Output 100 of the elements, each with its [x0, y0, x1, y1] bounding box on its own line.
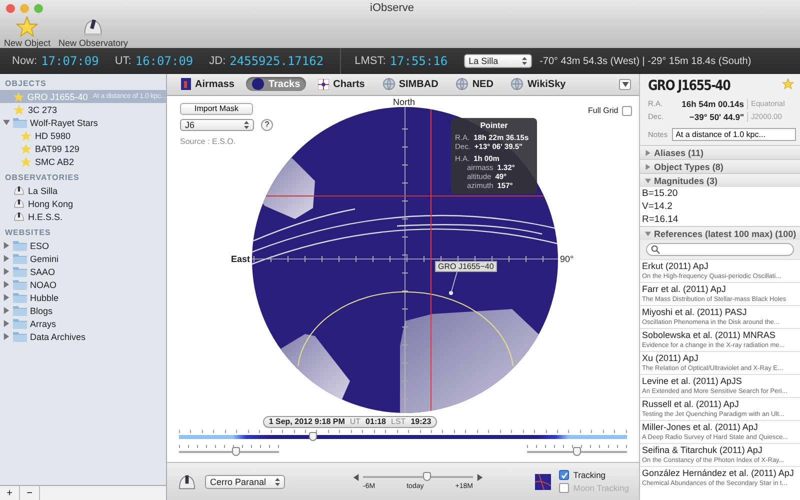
left-arrow-icon[interactable]	[353, 474, 359, 481]
reference-title[interactable]: Farr et al. (2011) ApJ	[642, 284, 798, 295]
full-grid-checkbox[interactable]	[622, 106, 632, 116]
tab[interactable]: NED	[450, 77, 500, 92]
sidebar-item[interactable]: ESO	[0, 239, 166, 252]
reference-title[interactable]: Seifina & Titarchuk (2011) ApJ	[642, 445, 798, 456]
clock-label: LMST:	[354, 55, 386, 67]
import-mask-button[interactable]: Import Mask	[180, 102, 253, 115]
mask-select[interactable]: J6	[180, 118, 254, 131]
sidebar-item[interactable]: SMC AB2	[0, 155, 166, 168]
compass-label: North	[393, 96, 416, 107]
disclosure-triangle-icon	[645, 150, 651, 156]
sidebar-item[interactable]: BAT99 129	[0, 142, 166, 155]
search-field[interactable]	[646, 243, 794, 256]
sidebar-item[interactable]: Arrays	[0, 317, 166, 330]
toolbar-button[interactable]: New Observatory	[56, 16, 130, 48]
globe-icon	[511, 78, 524, 90]
observatory-icon	[13, 184, 25, 197]
globe-icon	[382, 78, 395, 90]
reference-title[interactable]: Sobolewska et al. (2011) MNRAS	[642, 330, 798, 341]
folder-icon	[13, 266, 27, 277]
slider-thumb[interactable]	[422, 472, 431, 482]
sidebar-item[interactable]: SAAO	[0, 265, 166, 278]
airmass-icon	[181, 78, 191, 90]
slider-thumb[interactable]	[232, 447, 240, 456]
tab[interactable]: Airmass	[175, 77, 240, 92]
remove-button[interactable]: −	[20, 486, 40, 500]
reference-title[interactable]: Erkut (2011) ApJ	[642, 261, 798, 272]
reference-title[interactable]: González Hernández et al. (2011) ApJ	[642, 468, 798, 479]
globe-icon	[456, 78, 468, 90]
tracking-checkbox[interactable]: Tracking	[559, 470, 629, 480]
ra-value: 16h 54m 00.14s	[672, 99, 748, 109]
menu-button[interactable]	[619, 78, 631, 90]
star-icon[interactable]	[782, 78, 794, 90]
sidebar-item[interactable]: Wolf-Rayet Stars	[0, 116, 166, 129]
folder-icon	[13, 253, 27, 264]
folder-icon	[13, 279, 27, 290]
tab[interactable]: Charts	[312, 78, 371, 91]
star-icon	[16, 16, 38, 38]
clock-value: 17:07:09	[41, 54, 99, 68]
tab[interactable]: SIMBAD	[376, 77, 444, 92]
slider-thumb[interactable]	[309, 432, 318, 442]
sidebar-item[interactable]: Blogs	[0, 304, 166, 317]
caret-icon	[622, 82, 628, 87]
star-icon	[20, 142, 32, 154]
disclosure-triangle-icon[interactable]	[3, 119, 10, 126]
reference-title[interactable]: Xu (2011) ApJ	[642, 353, 798, 364]
sidebar-item[interactable]: La Silla	[0, 184, 166, 197]
section-header[interactable]: Magnitudes (3)	[640, 173, 800, 187]
clock-value: 17:55:16	[390, 54, 448, 68]
chart-icon	[318, 78, 330, 90]
angle-label: 90°	[560, 254, 574, 264]
folder-icon	[13, 318, 27, 329]
sidebar-item[interactable]: HD 5980	[0, 129, 166, 142]
notes-field[interactable]: At a distance of 1.0 kpc...	[672, 128, 796, 141]
sidebar-item[interactable]: 3C 273	[0, 103, 166, 116]
slider-thumb[interactable]	[573, 447, 581, 456]
object-title: GRO J1655-40	[648, 78, 730, 94]
folder-icon	[13, 240, 27, 251]
reference-title[interactable]: Russell et al. (2011) ApJ	[642, 399, 798, 410]
dec-value: −39° 50' 44.9"	[672, 112, 748, 122]
sidebar-item[interactable]: H.E.S.S.	[0, 210, 166, 223]
toolbar-button[interactable]: New Object	[2, 16, 53, 48]
folder-icon	[13, 117, 27, 128]
clock-value: 16:07:09	[135, 54, 194, 68]
star-icon	[20, 156, 32, 168]
observatory-select[interactable]: Cerro Paranal	[205, 474, 285, 489]
reference-title[interactable]: Levine et al. (2011) ApJS	[642, 376, 798, 387]
section-header[interactable]: Aliases (11)	[640, 145, 800, 159]
reference-title[interactable]: Miller-Jones et al. (2011) ApJ	[642, 422, 798, 433]
clock-label: UT:	[114, 55, 132, 67]
time-value: 01:18	[366, 417, 386, 426]
folder-icon	[13, 292, 27, 303]
disclosure-triangle-icon	[645, 164, 651, 170]
section-header[interactable]: Object Types (8)	[640, 159, 800, 173]
sidebar-item[interactable]: Gemini	[0, 252, 166, 265]
sidebar-item[interactable]: Data Archives	[0, 330, 166, 343]
object-label: GRO J1655−40	[435, 260, 497, 272]
timeline-slider[interactable]	[179, 435, 627, 440]
sidebar-item[interactable]: Hong Kong	[0, 197, 166, 210]
close-button[interactable]	[6, 4, 15, 12]
clock-label: JD:	[209, 55, 226, 67]
window-title: iObserve	[370, 2, 414, 14]
tab[interactable]: WikiSky	[505, 77, 572, 92]
right-arrow-icon[interactable]	[477, 474, 483, 481]
stepper-icon	[522, 57, 527, 65]
reference-title[interactable]: Miyoshi et al. (2011) PASJ	[642, 307, 798, 318]
section-header[interactable]: References (latest 100 max) (100)	[640, 226, 800, 240]
add-button[interactable]: +	[0, 486, 20, 500]
site-select[interactable]: La Silla	[464, 54, 532, 68]
time-label: LST	[391, 417, 406, 426]
folder-icon	[13, 331, 27, 342]
sidebar-item[interactable]: NOAO	[0, 278, 166, 291]
magnitude-text: V=14.2	[641, 200, 674, 213]
date-text: 1 Sep, 2012 9:18 PM	[268, 417, 345, 426]
help-button[interactable]: ?	[261, 118, 273, 131]
disclosure-triangle-icon	[645, 178, 651, 184]
section-header: OBJECTS	[4, 78, 48, 90]
time-label: UT	[350, 417, 361, 426]
sidebar-item[interactable]: Hubble	[0, 291, 166, 304]
